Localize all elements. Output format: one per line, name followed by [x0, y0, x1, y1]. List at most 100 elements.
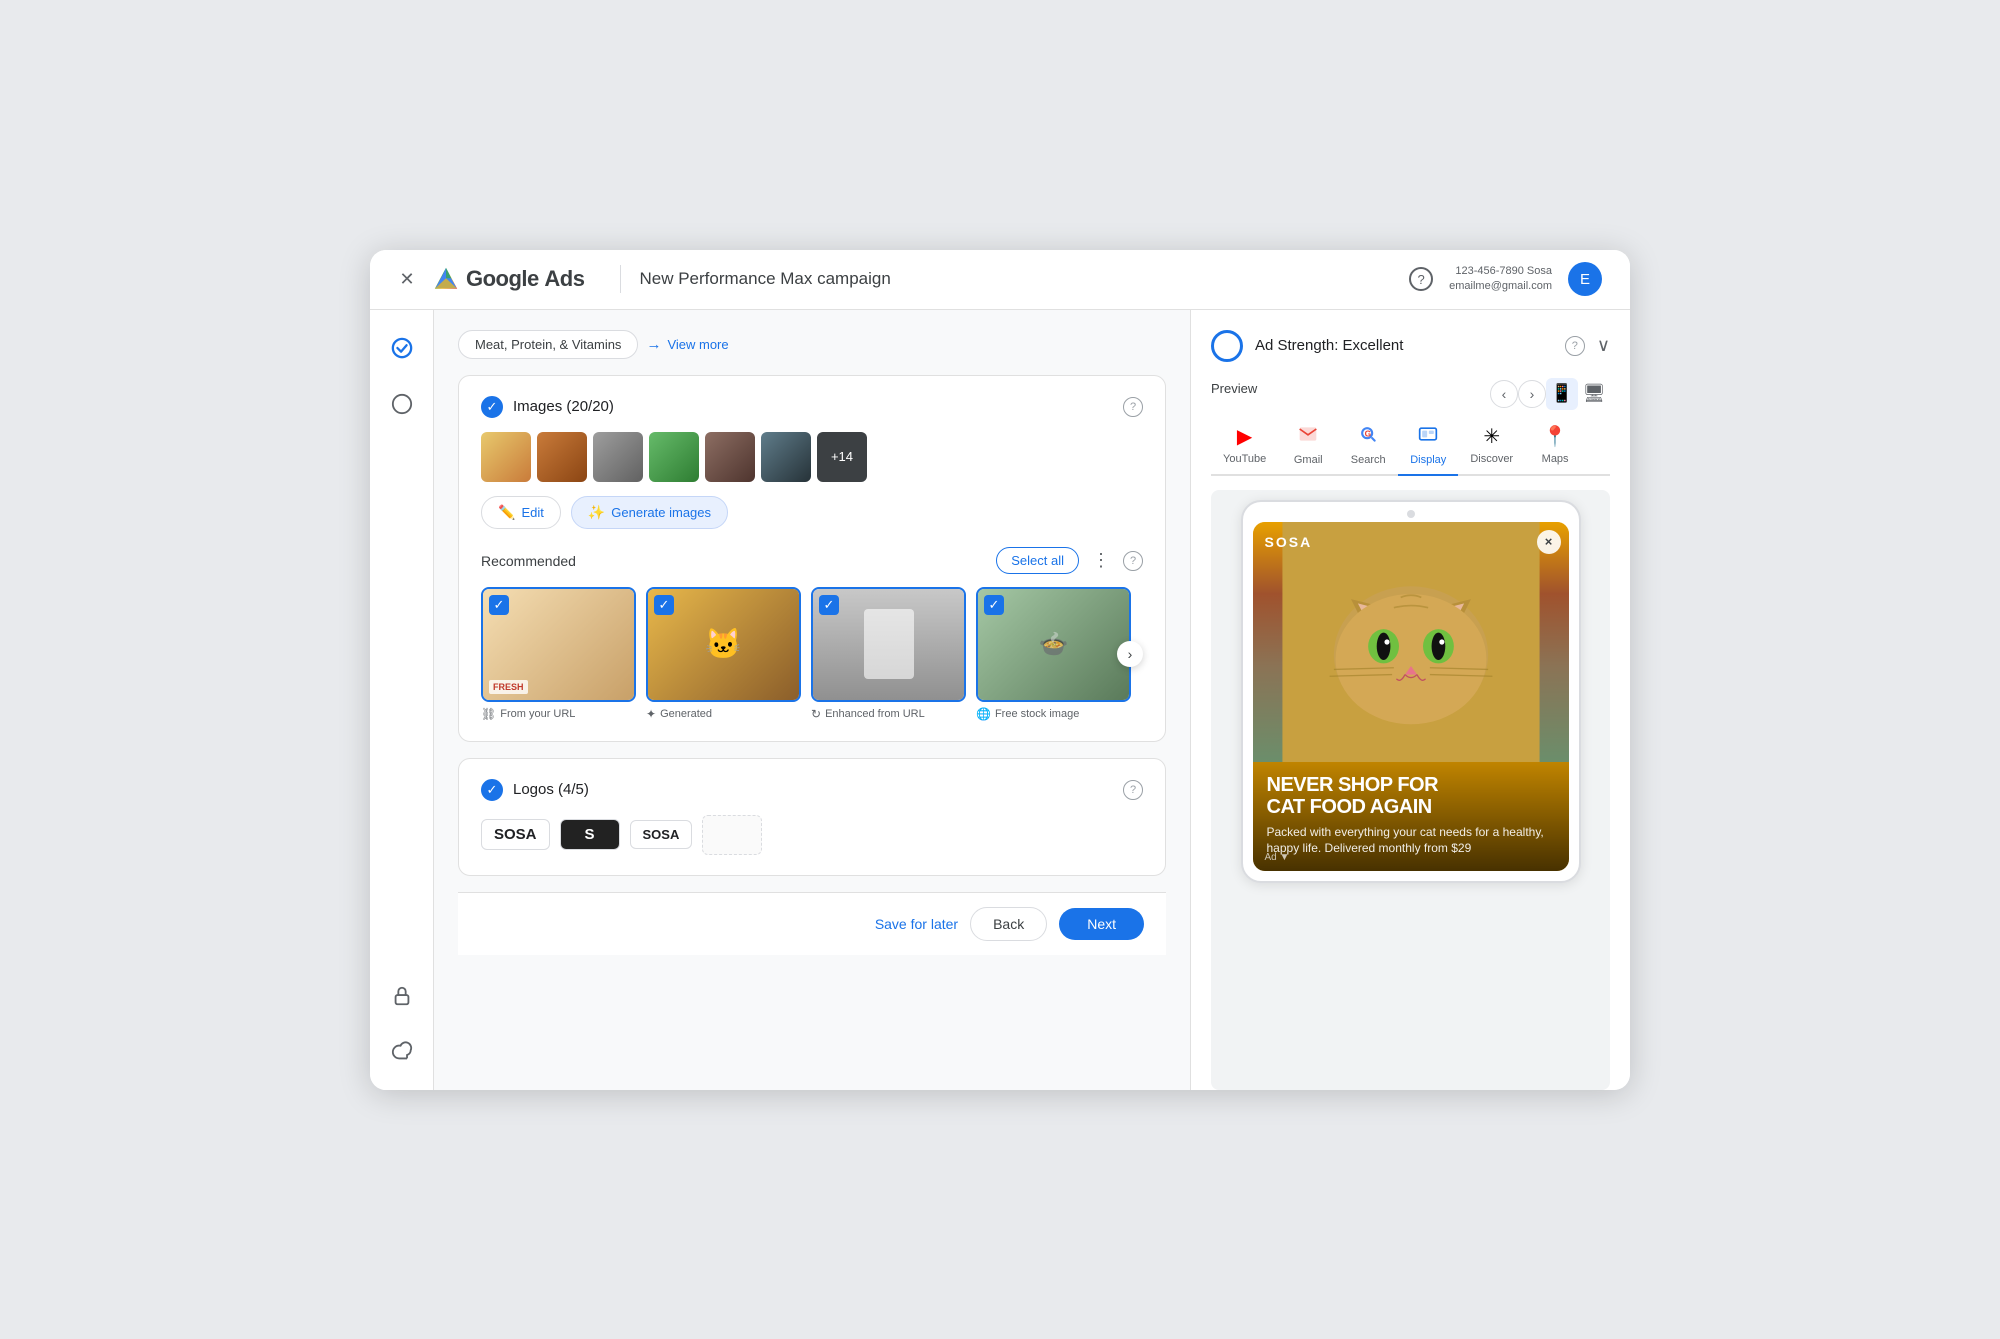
ad-close-button[interactable]: × [1537, 530, 1561, 554]
image-source-1: From your URL [500, 708, 575, 720]
tab-display[interactable]: Display [1398, 418, 1458, 474]
ad-preview-container: × SOSA [1211, 490, 1610, 1090]
ad-strength-chevron-icon[interactable]: ∨ [1597, 335, 1610, 356]
thumbnails-row: +14 [481, 432, 1143, 482]
discover-icon: ✳ [1483, 424, 1500, 449]
help-icon[interactable]: ? [1409, 267, 1433, 291]
account-email: emailme@gmail.com [1449, 279, 1552, 294]
grid-next-arrow[interactable]: › [1117, 641, 1143, 667]
gmail-icon [1298, 424, 1318, 450]
thumbnail-2 [537, 432, 587, 482]
tab-youtube[interactable]: ▶ YouTube [1211, 418, 1278, 474]
generate-images-button[interactable]: ✨ Generate images [571, 496, 728, 529]
preview-prev-button[interactable]: ‹ [1490, 380, 1518, 408]
logo-2: S [560, 819, 620, 850]
tab-search[interactable]: G Search [1338, 418, 1398, 474]
sparkle-icon-2: ✦ [646, 707, 656, 721]
image-source-2: Generated [660, 708, 712, 720]
select-all-button[interactable]: Select all [996, 547, 1079, 574]
image-card-3: ✓ ↻ Enhanced from URL [811, 587, 966, 721]
images-title-row: ✓ Images (20/20) [481, 396, 614, 418]
sidebar-circle-icon[interactable] [384, 386, 420, 422]
next-button[interactable]: Next [1059, 908, 1144, 940]
header-right: ? 123-456-7890 Sosa emailme@gmail.com E [1409, 262, 1602, 296]
logos-title: Logos (4/5) [513, 781, 589, 798]
tab-maps[interactable]: 📍 Maps [1525, 418, 1585, 474]
globe-icon-4: 🌐 [976, 707, 991, 721]
search-label: Search [1351, 454, 1386, 466]
ad-headline-line2: CAT FOOD AGAIN [1267, 796, 1555, 818]
logos-row: SOSA S SOSA [481, 815, 1143, 855]
gmail-label: Gmail [1294, 454, 1323, 466]
image-preview-3[interactable]: ✓ [811, 587, 966, 702]
maps-label: Maps [1542, 453, 1569, 465]
header-divider [620, 265, 621, 293]
ad-strength-row: Ad Strength: Excellent ? ∨ [1211, 330, 1610, 362]
images-check-icon: ✓ [481, 396, 503, 418]
more-options-icon[interactable]: ⋮ [1087, 547, 1115, 575]
recommended-header: Recommended Select all ⋮ ? [481, 547, 1143, 575]
refresh-icon-3: ↻ [811, 707, 821, 721]
svg-text:G: G [1365, 428, 1371, 438]
discover-label: Discover [1470, 453, 1513, 465]
ad-headline: NEVER SHOP FOR CAT FOOD AGAIN [1267, 774, 1555, 818]
logo-3: SOSA [630, 820, 693, 849]
logo-1: SOSA [481, 819, 550, 850]
google-triangle-icon [432, 265, 460, 293]
close-button[interactable]: ✕ [398, 270, 416, 288]
recommended-help-icon[interactable]: ? [1123, 551, 1143, 571]
google-ads-label: Google Ads [466, 266, 584, 292]
campaign-title: New Performance Max campaign [639, 269, 1409, 289]
desktop-view-button[interactable]: 🖥 [1578, 378, 1610, 410]
ad-strength-help-icon[interactable]: ? [1565, 336, 1585, 356]
image-check-2[interactable]: ✓ [654, 595, 674, 615]
image-source-4: Free stock image [995, 708, 1079, 720]
image-check-4[interactable]: ✓ [984, 595, 1004, 615]
edit-label: Edit [521, 505, 543, 520]
youtube-icon: ▶ [1237, 424, 1252, 449]
images-help-icon[interactable]: ? [1123, 397, 1143, 417]
ad-cat-image [1253, 522, 1569, 762]
preview-label: Preview [1211, 381, 1490, 396]
image-label-4: 🌐 Free stock image [976, 707, 1131, 721]
arrow-right-icon: → [646, 336, 661, 353]
logos-help-icon[interactable]: ? [1123, 780, 1143, 800]
generate-label: Generate images [611, 505, 711, 520]
google-logo: Google Ads [432, 265, 584, 293]
pencil-icon: ✏️ [498, 504, 515, 521]
images-card: ✓ Images (20/20) ? +14 [458, 375, 1166, 742]
image-label-3: ↻ Enhanced from URL [811, 707, 966, 721]
view-more-button[interactable]: → View more [646, 336, 728, 353]
sidebar-cloud-icon[interactable] [384, 1034, 420, 1070]
link-icon-1: ⛓ [481, 707, 496, 721]
tab-gmail[interactable]: Gmail [1278, 418, 1338, 474]
images-action-row: ✏️ Edit ✨ Generate images [481, 496, 1143, 529]
image-check-3[interactable]: ✓ [819, 595, 839, 615]
recommended-label: Recommended [481, 553, 576, 569]
image-preview-1[interactable]: ✓ FRESH [481, 587, 636, 702]
sidebar-check-icon[interactable] [384, 330, 420, 366]
back-button[interactable]: Back [970, 907, 1047, 941]
mobile-view-button[interactable]: 📱 [1546, 378, 1578, 410]
account-phone: 123-456-7890 Sosa [1449, 264, 1552, 279]
preview-next-button[interactable]: › [1518, 380, 1546, 408]
logos-title-row: ✓ Logos (4/5) [481, 779, 589, 801]
avatar[interactable]: E [1568, 262, 1602, 296]
ad-text-overlay: NEVER SHOP FOR CAT FOOD AGAIN Packed wit… [1253, 762, 1569, 872]
thumbnail-count: +14 [817, 432, 867, 482]
thumbnail-6 [761, 432, 811, 482]
sidebar-lock-icon[interactable] [384, 978, 420, 1014]
tab-discover[interactable]: ✳ Discover [1458, 418, 1525, 474]
preview-nav-row: Preview ‹ › 📱 🖥 [1211, 378, 1610, 410]
logos-card: ✓ Logos (4/5) ? SOSA S SOSA [458, 758, 1166, 876]
image-preview-4[interactable]: ✓ 🍲 [976, 587, 1131, 702]
breadcrumb-row: Meat, Protein, & Vitamins → View more [458, 330, 1166, 359]
display-icon [1418, 424, 1438, 450]
edit-button[interactable]: ✏️ Edit [481, 496, 561, 529]
thumbnail-4 [649, 432, 699, 482]
image-preview-2[interactable]: ✓ 🐱 [646, 587, 801, 702]
view-more-label: View more [667, 337, 728, 352]
image-check-1[interactable]: ✓ [489, 595, 509, 615]
save-for-later-button[interactable]: Save for later [875, 916, 958, 932]
ad-badge: Ad ▼ [1265, 852, 1290, 863]
